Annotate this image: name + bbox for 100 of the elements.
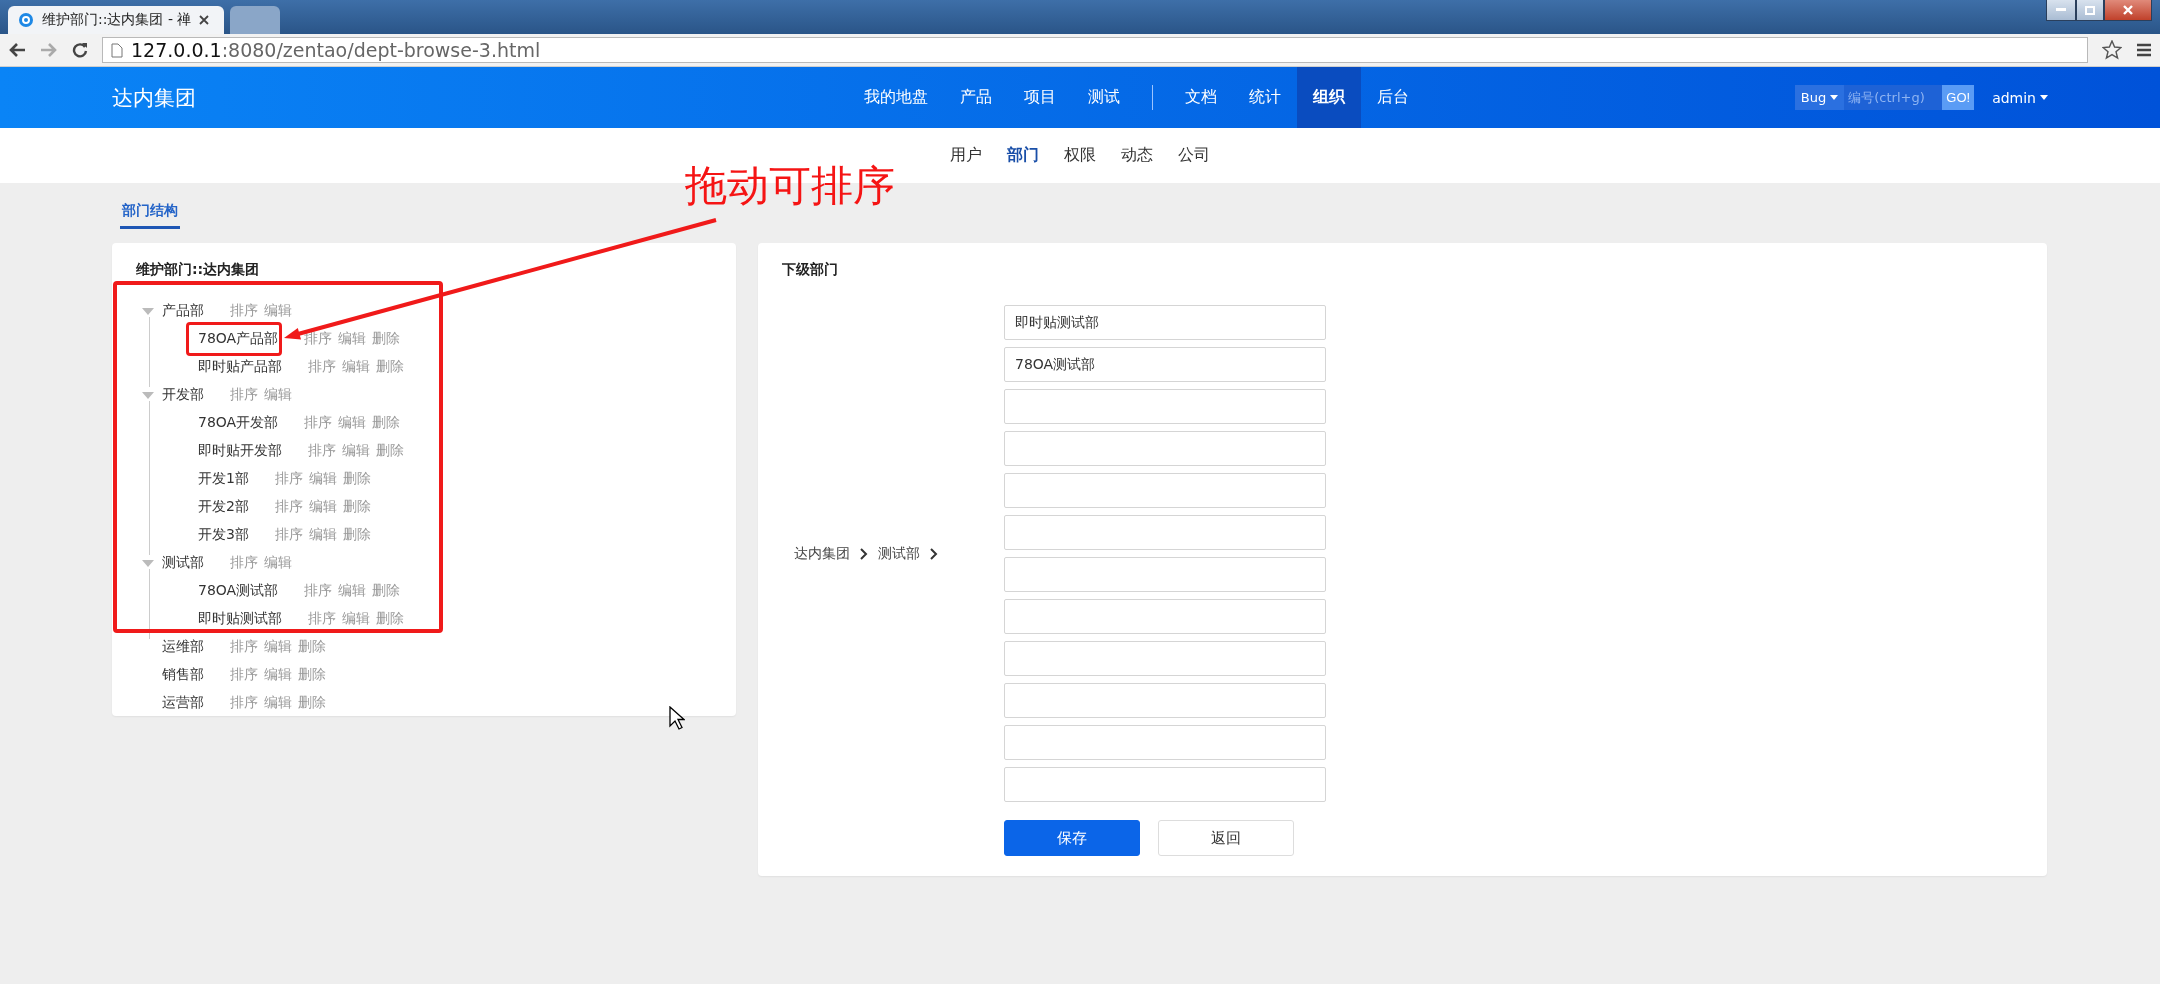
department-name: 即时贴测试部 [198,610,282,628]
reload-icon[interactable] [72,42,88,58]
maximize-button[interactable] [2076,0,2104,21]
action-link[interactable]: 删除 [298,666,326,684]
department-name-field[interactable] [1004,683,1326,718]
action-link[interactable]: 排序 [304,582,333,600]
go-button[interactable]: GO! [1942,85,1975,110]
address-field[interactable]: 127.0.0.1:8080/zentao/dept-browse-3.html [102,37,2088,63]
action-link[interactable]: 删除 [372,414,401,432]
action-link[interactable]: 排序 [230,554,258,572]
action-link[interactable]: 删除 [376,610,404,628]
action-link[interactable]: 删除 [298,694,326,712]
action-link[interactable]: 编辑 [338,330,367,348]
department-name-field[interactable] [1004,557,1326,592]
action-link[interactable]: 排序 [230,386,258,404]
action-link[interactable]: 编辑 [308,526,337,544]
expand-triangle-icon[interactable] [142,559,154,567]
action-link[interactable]: 排序 [308,442,336,460]
subnav-item[interactable]: 部门 [1007,145,1039,166]
action-link[interactable]: 删除 [376,442,404,460]
department-name-field[interactable] [1004,515,1326,550]
action-link[interactable]: 编辑 [342,442,370,460]
expand-triangle-icon[interactable] [142,307,154,315]
action-link[interactable]: 编辑 [342,610,370,628]
department-name-field[interactable] [1004,767,1326,802]
nav-item[interactable]: 后台 [1360,67,1425,128]
breadcrumb-item[interactable]: 测试部 [878,544,920,563]
close-button[interactable] [2104,0,2152,21]
action-link[interactable]: 排序 [230,666,258,684]
action-link[interactable]: 编辑 [264,694,292,712]
save-button[interactable]: 保存 [1004,820,1140,856]
browser-tab[interactable]: 维护部门::达内集团 - 禅 [8,6,224,34]
nav-item[interactable]: 产品 [943,67,1008,128]
action-link[interactable]: 删除 [342,526,371,544]
subnav-item[interactable]: 公司 [1178,145,1210,166]
department-name-field[interactable] [1004,641,1326,676]
action-link[interactable]: 编辑 [342,358,370,376]
back-icon[interactable] [8,42,26,58]
expand-triangle-icon[interactable] [142,391,154,399]
close-icon[interactable] [199,15,210,25]
action-link[interactable]: 排序 [304,414,333,432]
department-name-field[interactable] [1004,473,1326,508]
menu-icon[interactable] [2136,42,2152,58]
browser-tab[interactable] [230,6,280,34]
nav-item[interactable]: 我的地盘 [847,67,944,128]
department-name-field[interactable] [1004,389,1326,424]
action-link[interactable]: 删除 [342,470,371,488]
subnav-item[interactable]: 用户 [950,145,982,166]
subnav-item[interactable]: 动态 [1121,145,1153,166]
breadcrumb-item[interactable]: 达内集团 [794,544,850,563]
action-link[interactable]: 编辑 [264,554,292,572]
nav-item[interactable]: 项目 [1007,67,1072,128]
action-link[interactable]: 编辑 [338,414,367,432]
nav-item[interactable]: 统计 [1232,67,1297,128]
tab-title: 维护部门::达内集团 - 禅 [42,11,192,29]
department-name-field[interactable] [1004,725,1326,760]
department-name: 销售部 [162,666,204,684]
back-button[interactable]: 返回 [1158,820,1294,856]
department-name-field[interactable]: 78OA测试部 [1004,347,1326,382]
department-name: 即时贴开发部 [198,442,282,460]
action-link[interactable]: 排序 [274,498,303,516]
action-link[interactable]: 排序 [230,302,258,320]
action-link[interactable]: 删除 [376,358,404,376]
action-link[interactable]: 编辑 [338,582,367,600]
action-link[interactable]: 排序 [274,526,303,544]
nav-item[interactable]: 测试 [1071,67,1136,128]
department-name-field[interactable]: 即时贴测试部 [1004,305,1326,340]
action-link[interactable]: 编辑 [264,638,292,656]
action-link[interactable]: 编辑 [308,498,337,516]
star-icon[interactable] [2102,40,2122,60]
action-link[interactable]: 编辑 [264,302,292,320]
action-link[interactable]: 排序 [230,638,258,656]
department-name-field[interactable] [1004,599,1326,634]
action-link[interactable]: 删除 [372,330,401,348]
close-icon [2123,5,2133,15]
action-link[interactable]: 编辑 [264,386,292,404]
action-link[interactable]: 删除 [372,582,401,600]
action-link[interactable]: 排序 [230,694,258,712]
subnav-item[interactable]: 权限 [1064,145,1096,166]
action-link[interactable]: 排序 [308,358,336,376]
department-name-field[interactable] [1004,431,1326,466]
action-link[interactable]: 编辑 [264,666,292,684]
forward-icon[interactable] [40,42,58,58]
section-tab[interactable]: 部门结构 [120,198,180,229]
action-link[interactable]: 排序 [304,330,333,348]
user-menu[interactable]: admin [1992,89,2048,106]
search-field[interactable]: 编号(ctrl+g) [1844,85,1943,110]
maximize-icon [2085,5,2095,15]
annotation-text: 拖动可排序 [685,160,895,212]
nav-item[interactable]: 文档 [1168,67,1233,128]
minimize-button[interactable] [2046,0,2076,21]
action-link[interactable]: 排序 [308,610,336,628]
nav-item[interactable]: 组织 [1296,67,1361,128]
action-link[interactable]: 编辑 [308,470,337,488]
action-link[interactable]: 排序 [274,470,303,488]
action-link[interactable]: 删除 [298,638,326,656]
brand-name[interactable]: 达内集团 [112,83,848,112]
action-link[interactable]: 删除 [342,498,371,516]
url-text: 127.0.0.1:8080/zentao/dept-browse-3.html [131,39,541,61]
search-type-dropdown[interactable]: Bug [1794,85,1845,110]
